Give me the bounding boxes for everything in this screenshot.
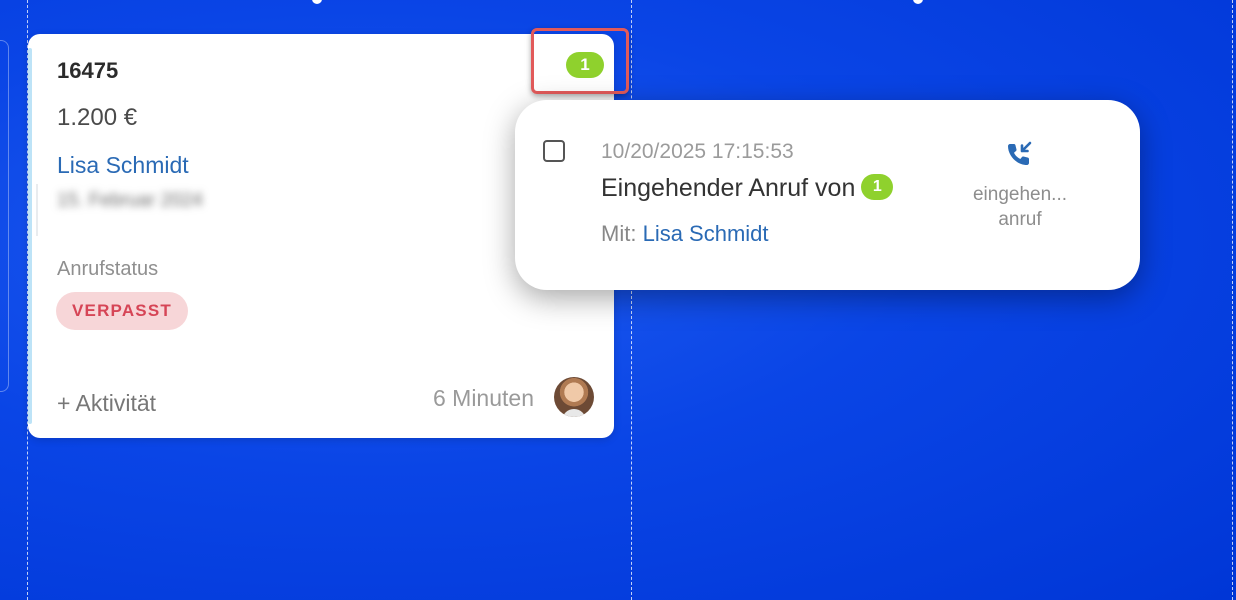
date-divider bbox=[36, 184, 38, 236]
card-accent-bar bbox=[28, 48, 32, 424]
column-header-marker bbox=[312, 0, 322, 4]
notification-count-badge[interactable]: 1 bbox=[566, 52, 604, 78]
time-ago: 6 Minuten bbox=[432, 385, 534, 411]
activity-with: Mit: Lisa Schmidt bbox=[601, 221, 769, 247]
previous-column-edge bbox=[0, 40, 9, 392]
incoming-call-icon bbox=[1008, 141, 1032, 165]
add-activity-button[interactable]: + Aktivität bbox=[57, 390, 156, 417]
call-type-label: eingehen... anruf bbox=[955, 182, 1085, 232]
activity-with-contact-link[interactable]: Lisa Schmidt bbox=[643, 221, 769, 246]
call-type-line-1: eingehen... bbox=[972, 184, 1068, 205]
activity-title: Eingehender Anruf von 1 bbox=[601, 174, 894, 203]
column-divider bbox=[1232, 0, 1233, 600]
activity-popup: 10/20/2025 17:15:53 Eingehender Anruf vo… bbox=[515, 100, 1140, 290]
status-badge: VERPASST bbox=[56, 292, 188, 330]
column-header-marker bbox=[913, 0, 923, 4]
deal-date: 15. Februar 2024 bbox=[57, 190, 203, 211]
avatar[interactable] bbox=[554, 377, 594, 417]
call-status-label: Anrufstatus bbox=[57, 258, 159, 280]
avatar-shirt bbox=[562, 409, 586, 417]
activity-count-badge: 1 bbox=[861, 174, 894, 201]
activity-title-text: Eingehender Anruf von bbox=[601, 174, 856, 202]
activity-with-label: Mit: bbox=[601, 221, 637, 246]
deal-id: 16475 bbox=[57, 58, 119, 83]
activity-timestamp: 10/20/2025 17:15:53 bbox=[601, 140, 794, 163]
deal-amount: 1.200 € bbox=[57, 104, 138, 131]
contact-link[interactable]: Lisa Schmidt bbox=[57, 152, 189, 179]
call-type-line-2: anruf bbox=[998, 209, 1042, 230]
column-divider bbox=[631, 0, 632, 600]
activity-checkbox[interactable] bbox=[543, 140, 565, 162]
